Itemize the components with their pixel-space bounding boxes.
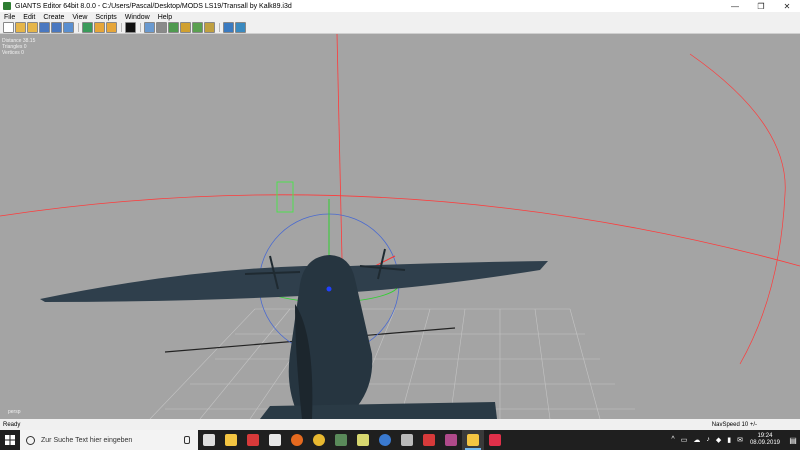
- giants-app-icon: [3, 2, 11, 10]
- world-circle: [0, 194, 800, 267]
- volume-icon[interactable]: ♪: [706, 436, 710, 444]
- select-tool-icon[interactable]: [144, 22, 155, 33]
- notes-button[interactable]: [352, 430, 374, 450]
- app-grey-icon: [401, 434, 413, 446]
- giants-editor-icon: [335, 434, 347, 446]
- taskbar-search-box[interactable]: Zur Suche Text hier eingeben: [20, 430, 198, 450]
- windows-logo-icon: [5, 435, 15, 445]
- menu-scripts[interactable]: Scripts: [91, 14, 120, 21]
- 3d-viewport[interactable]: Distance 38.15 Triangles 0 Vertices 0 pe…: [0, 34, 800, 419]
- camera-label: persp: [8, 409, 21, 415]
- clock-time: 19:24: [757, 433, 773, 439]
- minimize-button[interactable]: —: [722, 0, 748, 12]
- toolbar-separator: [78, 23, 79, 32]
- notification-icon[interactable]: ▤: [786, 430, 800, 450]
- brush-icon[interactable]: [204, 22, 215, 33]
- search-placeholder: Zur Suche Text hier eingeben: [41, 436, 133, 444]
- taskbar-apps: [198, 430, 506, 450]
- app-grey-button[interactable]: [396, 430, 418, 450]
- aircraft-wing[interactable]: [40, 261, 548, 302]
- save-icon[interactable]: [39, 22, 50, 33]
- clock-date: 08.09.2019: [749, 440, 780, 446]
- snap-icon[interactable]: [235, 22, 246, 33]
- move-tool-icon[interactable]: [156, 22, 167, 33]
- play-icon[interactable]: [125, 22, 136, 33]
- scene: [0, 34, 800, 419]
- foliage-paint-icon[interactable]: [192, 22, 203, 33]
- toolbar-separator: [140, 23, 141, 32]
- toolbar-separator: [121, 23, 122, 32]
- app-pink-button[interactable]: [484, 430, 506, 450]
- status-bar: Ready NavSpeed 10 +/-: [0, 419, 800, 430]
- menu-bar: File Edit Create View Scripts Window Hel…: [0, 12, 800, 22]
- toolbar: [0, 22, 800, 34]
- undo-icon[interactable]: [94, 22, 105, 33]
- app-pink-icon: [489, 434, 501, 446]
- app-red2-icon: [423, 434, 435, 446]
- app-blue-round-icon: [379, 434, 391, 446]
- chrome-icon: [313, 434, 325, 446]
- active-app-icon: [467, 434, 479, 446]
- app-red2-button[interactable]: [418, 430, 440, 450]
- maximize-button[interactable]: ❐: [748, 0, 774, 12]
- active-app-button[interactable]: [462, 430, 484, 450]
- viewport-stats: Distance 38.15 Triangles 0 Vertices 0: [2, 38, 35, 56]
- chrome-button[interactable]: [308, 430, 330, 450]
- windows-taskbar: Zur Suche Text hier eingeben ^ ▭ ☁ ♪ ◆ ▮ ✉ 19:…: [0, 430, 800, 450]
- task-view-button[interactable]: [198, 430, 220, 450]
- menu-help[interactable]: Help: [154, 14, 176, 21]
- display-icon[interactable]: ▭: [681, 436, 688, 444]
- menu-view[interactable]: View: [68, 14, 91, 21]
- menu-create[interactable]: Create: [39, 14, 68, 21]
- firefox-button[interactable]: [286, 430, 308, 450]
- winrar-icon: [445, 434, 457, 446]
- title-bar: GIANTS Editor 64bit 8.0.0 - C:/Users/Pas…: [0, 0, 800, 12]
- terrain-sculpt-icon[interactable]: [168, 22, 179, 33]
- firefox-icon: [291, 434, 303, 446]
- nav-speed: NavSpeed 10 +/-: [711, 421, 757, 428]
- refresh-icon[interactable]: [82, 22, 93, 33]
- save-as-icon[interactable]: [51, 22, 62, 33]
- winrar-button[interactable]: [440, 430, 462, 450]
- file-explorer-button[interactable]: [220, 430, 242, 450]
- store-button[interactable]: [264, 430, 286, 450]
- window-title: GIANTS Editor 64bit 8.0.0 - C:/Users/Pas…: [15, 2, 292, 10]
- notes-icon: [357, 434, 369, 446]
- light-object[interactable]: [276, 181, 294, 213]
- open-folder-icon[interactable]: [15, 22, 26, 33]
- file-explorer-icon: [225, 434, 237, 446]
- toolbar-separator: [219, 23, 220, 32]
- microphone-icon[interactable]: [184, 436, 190, 444]
- floor-grid: [149, 308, 635, 419]
- settings-gear-icon[interactable]: [223, 22, 234, 33]
- show-hidden-icons-icon[interactable]: ^: [671, 436, 674, 444]
- app-red-icon: [247, 434, 259, 446]
- app-red-button[interactable]: [242, 430, 264, 450]
- cortana-icon: [26, 435, 35, 445]
- close-button[interactable]: ✕: [774, 0, 800, 12]
- menu-edit[interactable]: Edit: [19, 14, 39, 21]
- menu-file[interactable]: File: [0, 14, 19, 21]
- mail-icon[interactable]: ✉: [737, 436, 743, 444]
- status-text: Ready: [3, 421, 21, 428]
- new-file-icon[interactable]: [3, 22, 14, 33]
- cloud-icon[interactable]: ☁: [693, 436, 700, 444]
- terrain-paint-icon[interactable]: [180, 22, 191, 33]
- system-tray: ^ ▭ ☁ ♪ ◆ ▮ ✉ 19:24 08.09.2019 ▤: [668, 430, 800, 450]
- dropbox-icon[interactable]: ◆: [716, 436, 721, 444]
- store-icon: [269, 434, 281, 446]
- giants-editor-button[interactable]: [330, 430, 352, 450]
- app-blue-round-button[interactable]: [374, 430, 396, 450]
- menu-window[interactable]: Window: [121, 14, 154, 21]
- battery-icon[interactable]: ▮: [727, 436, 731, 444]
- task-view-icon: [203, 434, 215, 446]
- redo-icon[interactable]: [106, 22, 117, 33]
- open-recent-icon[interactable]: [27, 22, 38, 33]
- windows-start-button[interactable]: [0, 430, 20, 450]
- stat-vertices: Vertices 0: [2, 50, 24, 56]
- clock[interactable]: 19:24 08.09.2019: [750, 433, 780, 447]
- export-icon[interactable]: [63, 22, 74, 33]
- y-axis-line: [336, 34, 343, 260]
